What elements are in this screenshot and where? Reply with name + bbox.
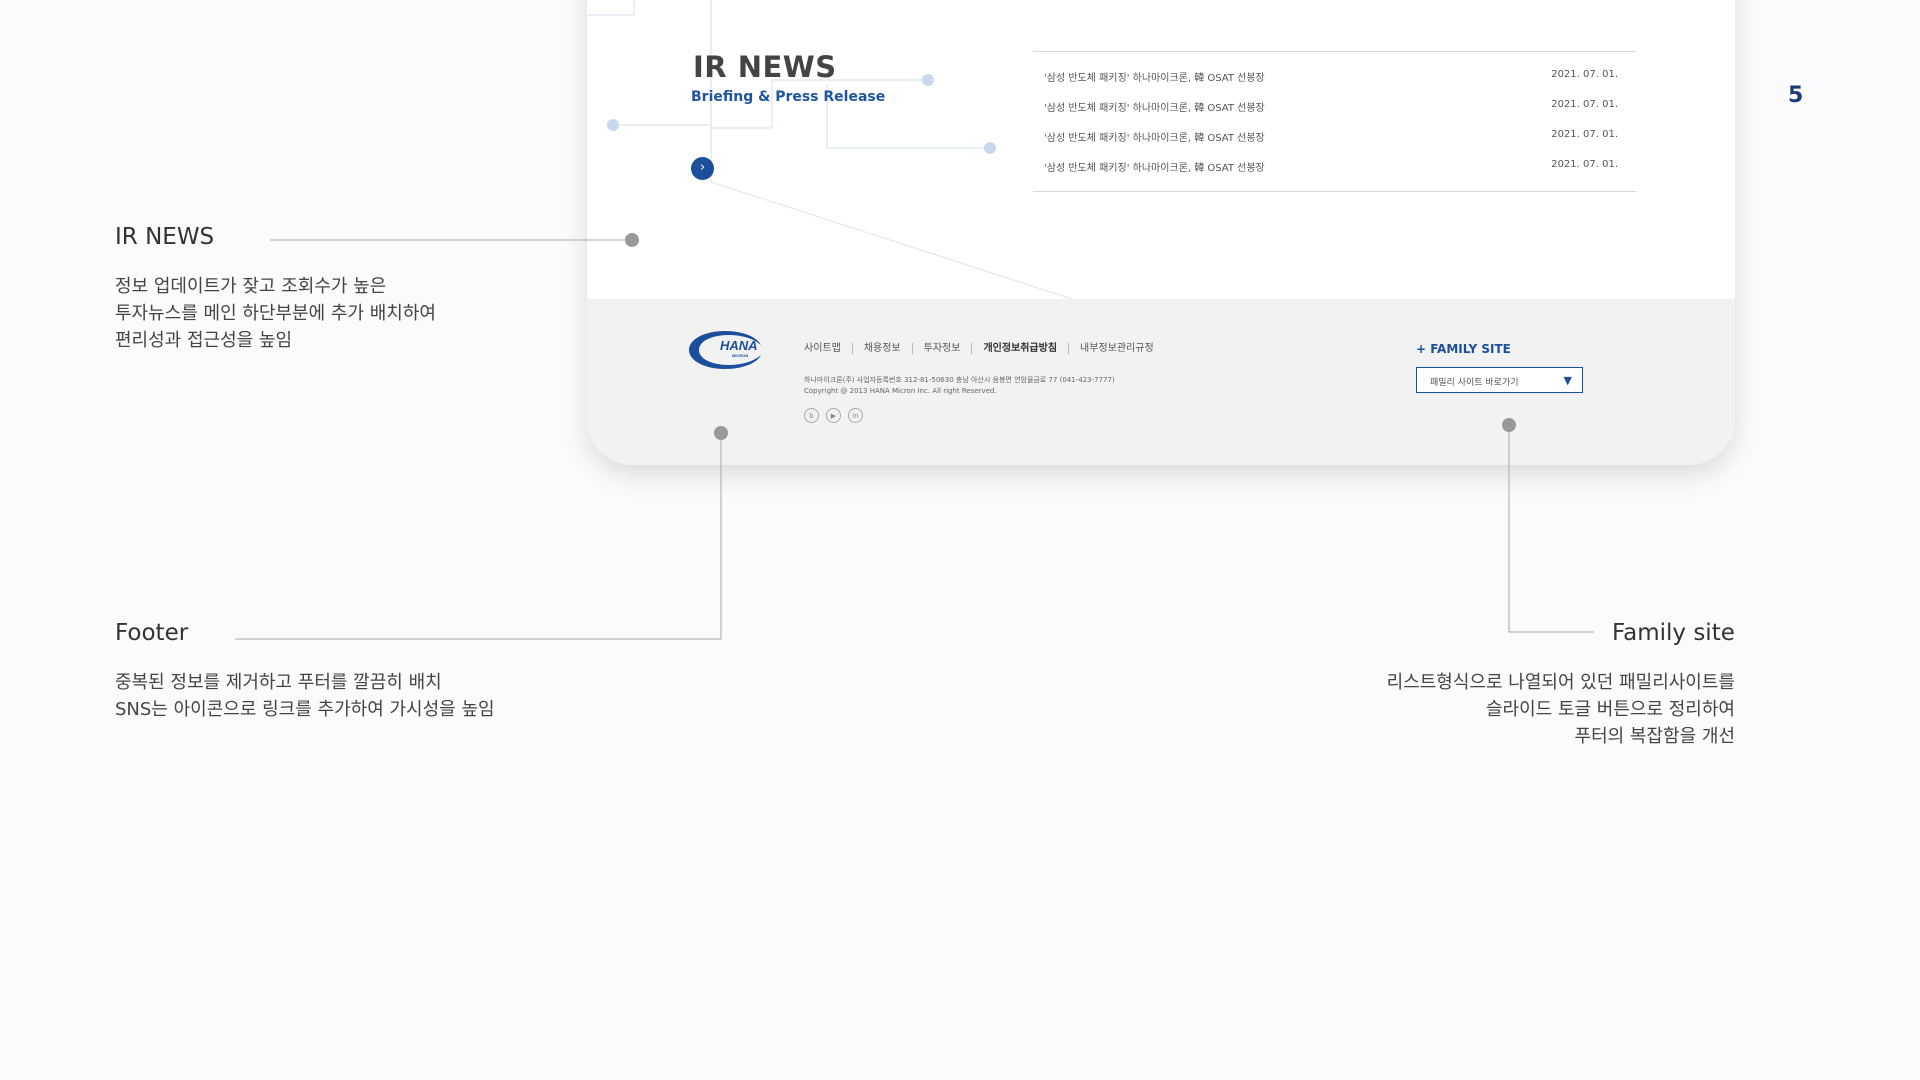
annotation-line: 투자뉴스를 메인 하단부분에 추가 배치하여: [115, 303, 436, 324]
annotation-connectors: [235, 233, 1594, 640]
annotation-footer-description: 중복된 정보를 제거하고 푸터를 깔끔히 배치 SNS는 아이콘으로 링크를 추…: [115, 669, 495, 723]
annotation-ir-news-title: IR NEWS: [115, 224, 215, 250]
annotation-line: 정보 업데이트가 잦고 조회수가 높은: [115, 276, 387, 297]
annotation-family-site-title: Family site: [1612, 620, 1735, 646]
annotation-footer-title: Footer: [115, 620, 189, 646]
annotation-line: SNS는 아이콘으로 링크를 추가하여 가시성을 높임: [115, 699, 495, 720]
annotation-marker: [1502, 418, 1516, 432]
annotation-line: 중복된 정보를 제거하고 푸터를 깔끔히 배치: [115, 672, 442, 693]
annotation-line: 리스트형식으로 나열되어 있던 패밀리사이트를: [1386, 672, 1735, 693]
annotation-line: 슬라이드 토글 버튼으로 정리하여: [1485, 699, 1735, 720]
annotation-marker: [625, 233, 639, 247]
annotation-marker: [714, 426, 728, 440]
page-number: 5: [1788, 83, 1804, 108]
annotation-line: 편리성과 접근성을 높임: [115, 330, 293, 351]
annotation-line: 푸터의 복잡함을 개선: [1574, 726, 1735, 747]
annotation-ir-news-description: 정보 업데이트가 잦고 조회수가 높은 투자뉴스를 메인 하단부분에 추가 배치…: [115, 273, 436, 354]
annotation-family-site-description: 리스트형식으로 나열되어 있던 패밀리사이트를 슬라이드 토글 버튼으로 정리하…: [1387, 669, 1735, 750]
